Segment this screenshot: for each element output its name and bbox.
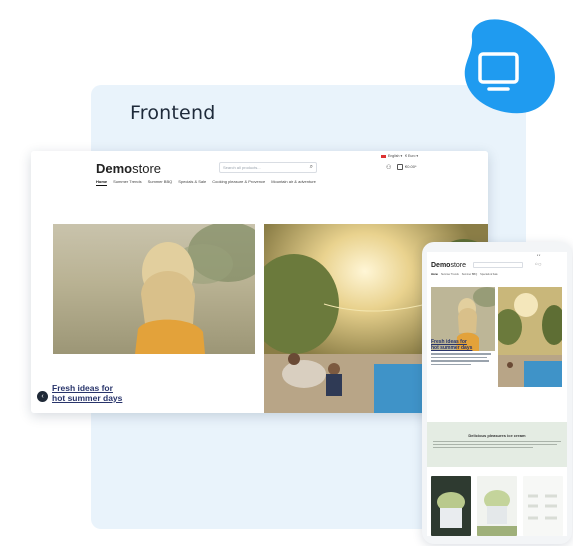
mobile-hero-image-pool[interactable] [498,287,562,387]
mobile-nav-summer-bbq[interactable]: Summer BBQ [462,273,477,276]
mobile-nav-home[interactable]: Home [431,273,438,276]
page: Frontend Demostore Search all products..… [0,0,573,546]
nav-item-cooking[interactable]: Cooking pleasure & Provence [212,179,265,186]
monitor-icon [464,19,555,114]
hero-teaser-link[interactable]: Fresh ideas for hot summer days [52,383,122,403]
store-header: Demostore Search all products... ⌕ Engli… [31,151,488,197]
panel-title: Frontend [130,102,216,124]
mobile-teaser-link[interactable]: Fresh ideas for hot summer days [431,339,472,351]
nav-item-specials[interactable]: Specials & Sale [178,179,206,186]
language-selector[interactable]: English ▾ € Euro ▾ [381,154,418,158]
mobile-cart-icon[interactable]: ⚇ ▢ [535,262,541,266]
main-navigation: Home Summer Trends Summer BBQ Specials &… [96,179,316,186]
nav-item-home[interactable]: Home [96,179,108,186]
mobile-store-logo[interactable]: Demostore [431,262,466,269]
nav-item-mountain[interactable]: Mountain air & adventure [271,179,316,186]
mobile-section-title: Delicious pleasures ice cream [468,433,526,438]
nav-item-summer-bbq[interactable]: Summer BBQ [148,179,173,186]
mobile-nav-specials[interactable]: Specials & Sale [480,273,498,276]
mobile-search-input[interactable] [473,262,523,268]
search-icon[interactable]: ⌕ [310,164,313,171]
mobile-section-text [433,441,561,450]
desktop-mockup: Demostore Search all products... ⌕ Engli… [31,151,488,413]
mobile-language-selector[interactable]: ▾ ▾ [537,254,540,257]
mobile-nav-summer-trends[interactable]: Summer Trends [441,273,459,276]
product-thumb-ice-cream-1[interactable] [431,476,471,536]
store-logo[interactable]: Demostore [96,161,161,176]
search-input[interactable]: Search all products... ⌕ [219,162,317,173]
product-thumb-pattern[interactable] [523,476,563,536]
mobile-mockup: ▾ ▾ Demostore ⚇ ▢ Home Summer Trends Sum… [422,242,572,544]
mobile-navigation: Home Summer Trends Summer BBQ Specials &… [431,273,498,276]
product-thumb-ice-cream-2[interactable] [477,476,517,536]
nav-item-summer-trends[interactable]: Summer Trends [113,179,141,186]
mobile-teaser-text [431,353,493,367]
cart-button[interactable]: €0.00* [397,164,417,170]
mobile-screen: ▾ ▾ Demostore ⚇ ▢ Home Summer Trends Sum… [427,252,567,536]
hero-image-girl[interactable] [53,224,255,354]
account-icon[interactable]: ⚇ [386,164,391,171]
cart-icon [397,164,403,170]
mobile-category-section: Delicious pleasures ice cream [427,422,567,467]
slider-prev-icon[interactable]: ‹ [37,391,48,402]
flag-icon [381,154,386,158]
